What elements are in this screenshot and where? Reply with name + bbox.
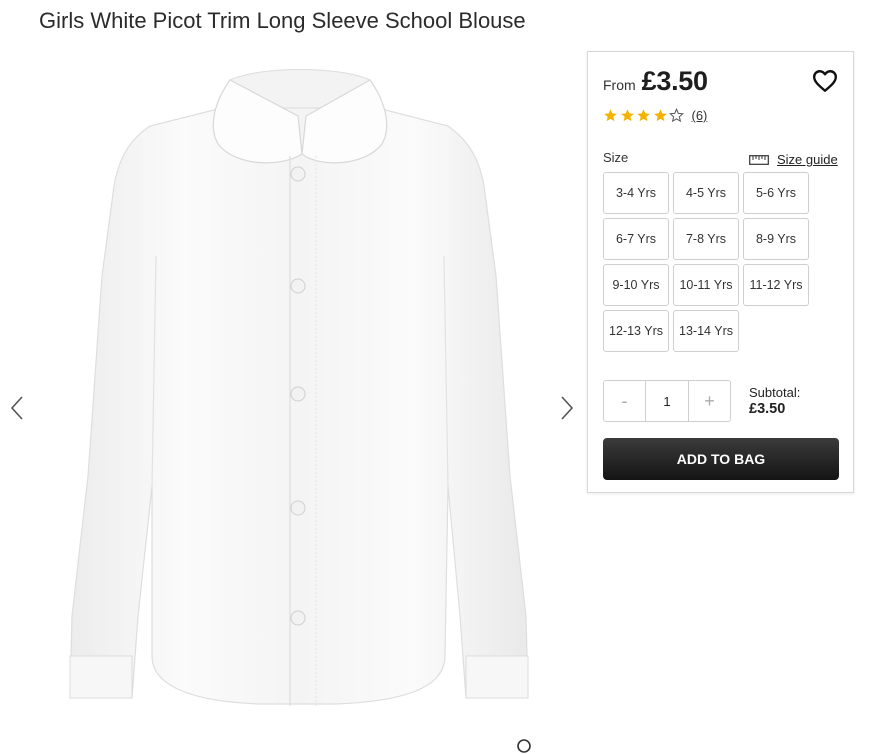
- product-rating: (6): [603, 108, 707, 123]
- size-options: 3-4 Yrs 4-5 Yrs 5-6 Yrs 6-7 Yrs 7-8 Yrs 8-9 Y…: [603, 172, 813, 352]
- size-option[interactable]: 6-7 Yrs: [603, 218, 669, 260]
- size-label: Size: [603, 150, 629, 165]
- size-option[interactable]: 7-8 Yrs: [673, 218, 739, 260]
- price-from-label: From: [603, 77, 636, 93]
- size-option[interactable]: 12-13 Yrs: [603, 310, 669, 352]
- quantity-stepper: - +: [603, 380, 731, 422]
- gallery-next-button[interactable]: [556, 390, 578, 426]
- size-option[interactable]: 5-6 Yrs: [743, 172, 809, 214]
- product-gallery: [0, 48, 585, 753]
- heart-icon[interactable]: [812, 68, 838, 94]
- star-outline-icon: [669, 108, 684, 123]
- chevron-left-icon: [10, 396, 23, 420]
- size-option[interactable]: 4-5 Yrs: [673, 172, 739, 214]
- zoom-icon[interactable]: [516, 738, 532, 754]
- purchase-panel: From £3.50 (6) Size Size guide 3-4 Yrs 4-…: [587, 51, 854, 493]
- star-filled-icon: [604, 109, 617, 122]
- product-image: [69, 69, 529, 706]
- quantity-input[interactable]: [645, 381, 689, 421]
- chevron-right-icon: [561, 396, 574, 420]
- subtotal-value: £3.50: [749, 401, 786, 417]
- subtotal-label: Subtotal:: [749, 385, 801, 400]
- subtotal: Subtotal: £3.50: [749, 384, 800, 418]
- rating-stars: [603, 108, 686, 123]
- review-count-link[interactable]: (6): [692, 108, 708, 123]
- size-option[interactable]: 9-10 Yrs: [603, 264, 669, 306]
- size-option[interactable]: 8-9 Yrs: [743, 218, 809, 260]
- gallery-prev-button[interactable]: [6, 390, 28, 426]
- star-filled-icon: [637, 109, 650, 122]
- ruler-icon: [749, 154, 769, 165]
- size-option[interactable]: 10-11 Yrs: [673, 264, 739, 306]
- size-option[interactable]: 13-14 Yrs: [673, 310, 739, 352]
- star-filled-icon: [620, 109, 634, 122]
- product-price: £3.50: [641, 66, 708, 96]
- price-row: From £3.50: [603, 66, 708, 97]
- quantity-increase-button[interactable]: +: [689, 381, 730, 421]
- size-option[interactable]: 11-12 Yrs: [743, 264, 809, 306]
- size-option[interactable]: 3-4 Yrs: [603, 172, 669, 214]
- add-to-bag-button[interactable]: ADD TO BAG: [603, 438, 839, 480]
- size-guide-label: Size guide: [777, 152, 838, 167]
- star-filled-icon: [653, 109, 667, 122]
- size-guide-link[interactable]: Size guide: [749, 152, 838, 167]
- product-title: Girls White Picot Trim Long Sleeve Schoo…: [39, 8, 526, 33]
- quantity-decrease-button[interactable]: -: [604, 381, 645, 421]
